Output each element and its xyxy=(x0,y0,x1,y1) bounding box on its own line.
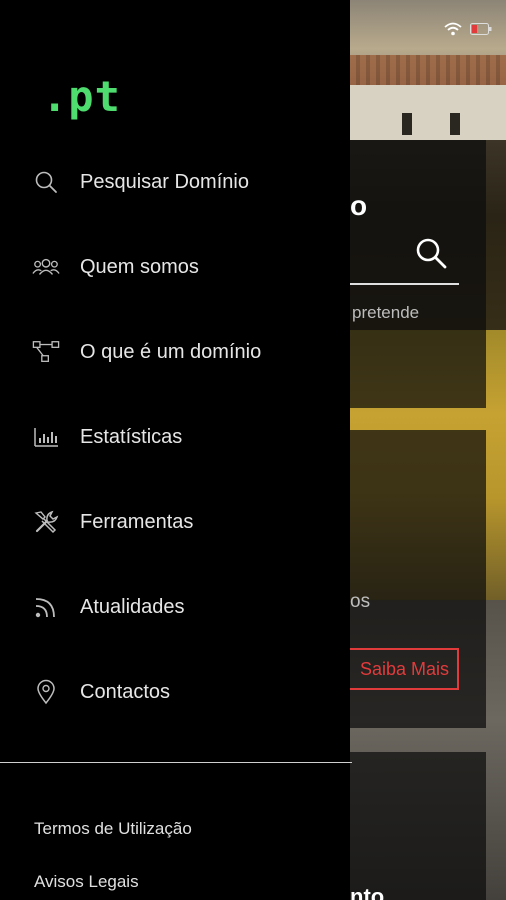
menu-item-pesquisar-dominio[interactable]: Pesquisar Domínio xyxy=(0,140,350,224)
bottom-card-heading: nto xyxy=(350,884,385,900)
background-photo-house xyxy=(350,85,506,140)
network-icon xyxy=(32,338,60,366)
bottom-card xyxy=(350,752,486,900)
group-icon xyxy=(32,253,60,281)
search-icon xyxy=(32,168,60,196)
drawer-divider xyxy=(0,762,352,763)
menu-item-label: O que é um domínio xyxy=(80,340,262,363)
tools-icon xyxy=(32,508,60,536)
termos-de-utilizacao-link[interactable]: Termos de Utilização xyxy=(34,819,192,839)
menu-item-quem-somos[interactable]: Quem somos xyxy=(0,225,350,309)
menu-item-label: Contactos xyxy=(80,680,171,703)
menu-item-estatisticas[interactable]: Estatísticas xyxy=(0,395,350,479)
search-hint-text: pretende xyxy=(352,303,420,322)
location-pin-icon xyxy=(32,678,60,706)
pt-logo[interactable]: .pt xyxy=(42,76,121,118)
search-card-heading: o xyxy=(350,190,368,221)
bar-chart-icon xyxy=(32,423,60,451)
status-bar xyxy=(444,22,492,36)
battery-icon xyxy=(470,23,492,35)
menu-item-label: Quem somos xyxy=(80,255,199,278)
search-input-underline[interactable] xyxy=(350,283,459,285)
promo-text: os xyxy=(350,591,371,612)
menu-item-o-que-e-um-dominio[interactable]: O que é um domínio xyxy=(0,310,350,394)
menu-item-atualidades[interactable]: Atualidades xyxy=(0,565,350,649)
menu-item-label: Atualidades xyxy=(80,595,185,618)
background-photo-roof xyxy=(350,55,506,85)
avisos-legais-link[interactable]: Avisos Legais xyxy=(34,872,139,892)
wifi-icon xyxy=(444,22,462,36)
navigation-drawer: .pt Pesquisar Domínio Quem somos O que é… xyxy=(0,0,352,900)
menu-item-ferramentas[interactable]: Ferramentas xyxy=(0,480,350,564)
background-window xyxy=(450,113,460,135)
search-icon[interactable] xyxy=(414,236,448,270)
menu-item-label: Pesquisar Domínio xyxy=(80,170,249,193)
menu-item-label: Estatísticas xyxy=(80,425,183,448)
search-card xyxy=(350,140,486,408)
menu-item-contactos[interactable]: Contactos xyxy=(0,650,350,734)
menu-item-label: Ferramentas xyxy=(80,510,194,533)
saiba-mais-button[interactable]: Saiba Mais xyxy=(347,648,459,690)
background-window xyxy=(402,113,412,135)
rss-icon xyxy=(32,593,60,621)
